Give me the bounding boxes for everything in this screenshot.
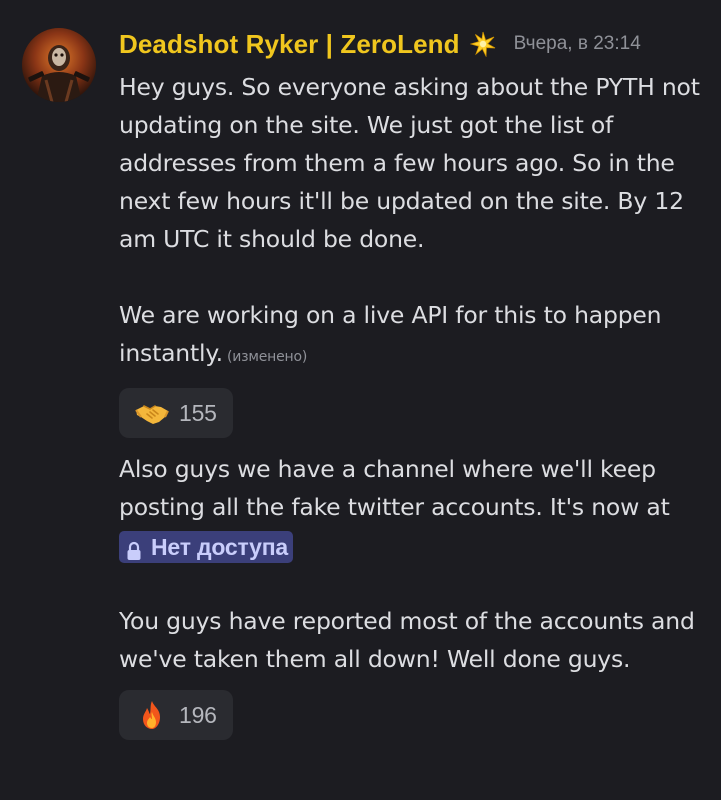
message-timestamp: Вчера, в 23:14 <box>513 33 641 54</box>
message-body: Hey guys. So everyone asking about the P… <box>119 68 709 752</box>
reaction-count: 196 <box>179 702 217 728</box>
message-paragraph: We are working on a live API for this to… <box>119 296 709 376</box>
reaction-handshake[interactable]: 155 <box>119 388 233 438</box>
message-text: We are working on a live API for this to… <box>119 301 662 367</box>
fire-emoji-icon <box>135 700 169 730</box>
author-name[interactable]: Deadshot Ryker | ZeroLend <box>119 29 460 60</box>
channel-mention-label: Нет доступа <box>151 533 289 560</box>
channel-mention[interactable]: Нет доступа <box>119 530 294 563</box>
avatar-image <box>22 28 96 102</box>
avatar[interactable] <box>22 28 96 102</box>
message-paragraph: Hey guys. So everyone asking about the P… <box>119 73 700 253</box>
lock-icon <box>125 537 143 560</box>
chat-message: Deadshot Ryker | ZeroLend Вчера, в 23:14… <box>0 0 721 800</box>
reaction-fire[interactable]: 196 <box>119 690 233 740</box>
message-paragraph: Also guys we have a channel where we'll … <box>119 450 709 564</box>
message-header: Deadshot Ryker | ZeroLend Вчера, в 23:14 <box>119 24 641 64</box>
message-text: Also guys we have a channel where we'll … <box>119 455 670 521</box>
handshake-emoji-icon <box>135 398 169 428</box>
sparkle-star-icon <box>469 31 496 58</box>
edited-label: (изменено) <box>226 349 308 365</box>
reaction-count: 155 <box>179 400 217 426</box>
message-paragraph: You guys have reported most of the accou… <box>119 607 695 673</box>
